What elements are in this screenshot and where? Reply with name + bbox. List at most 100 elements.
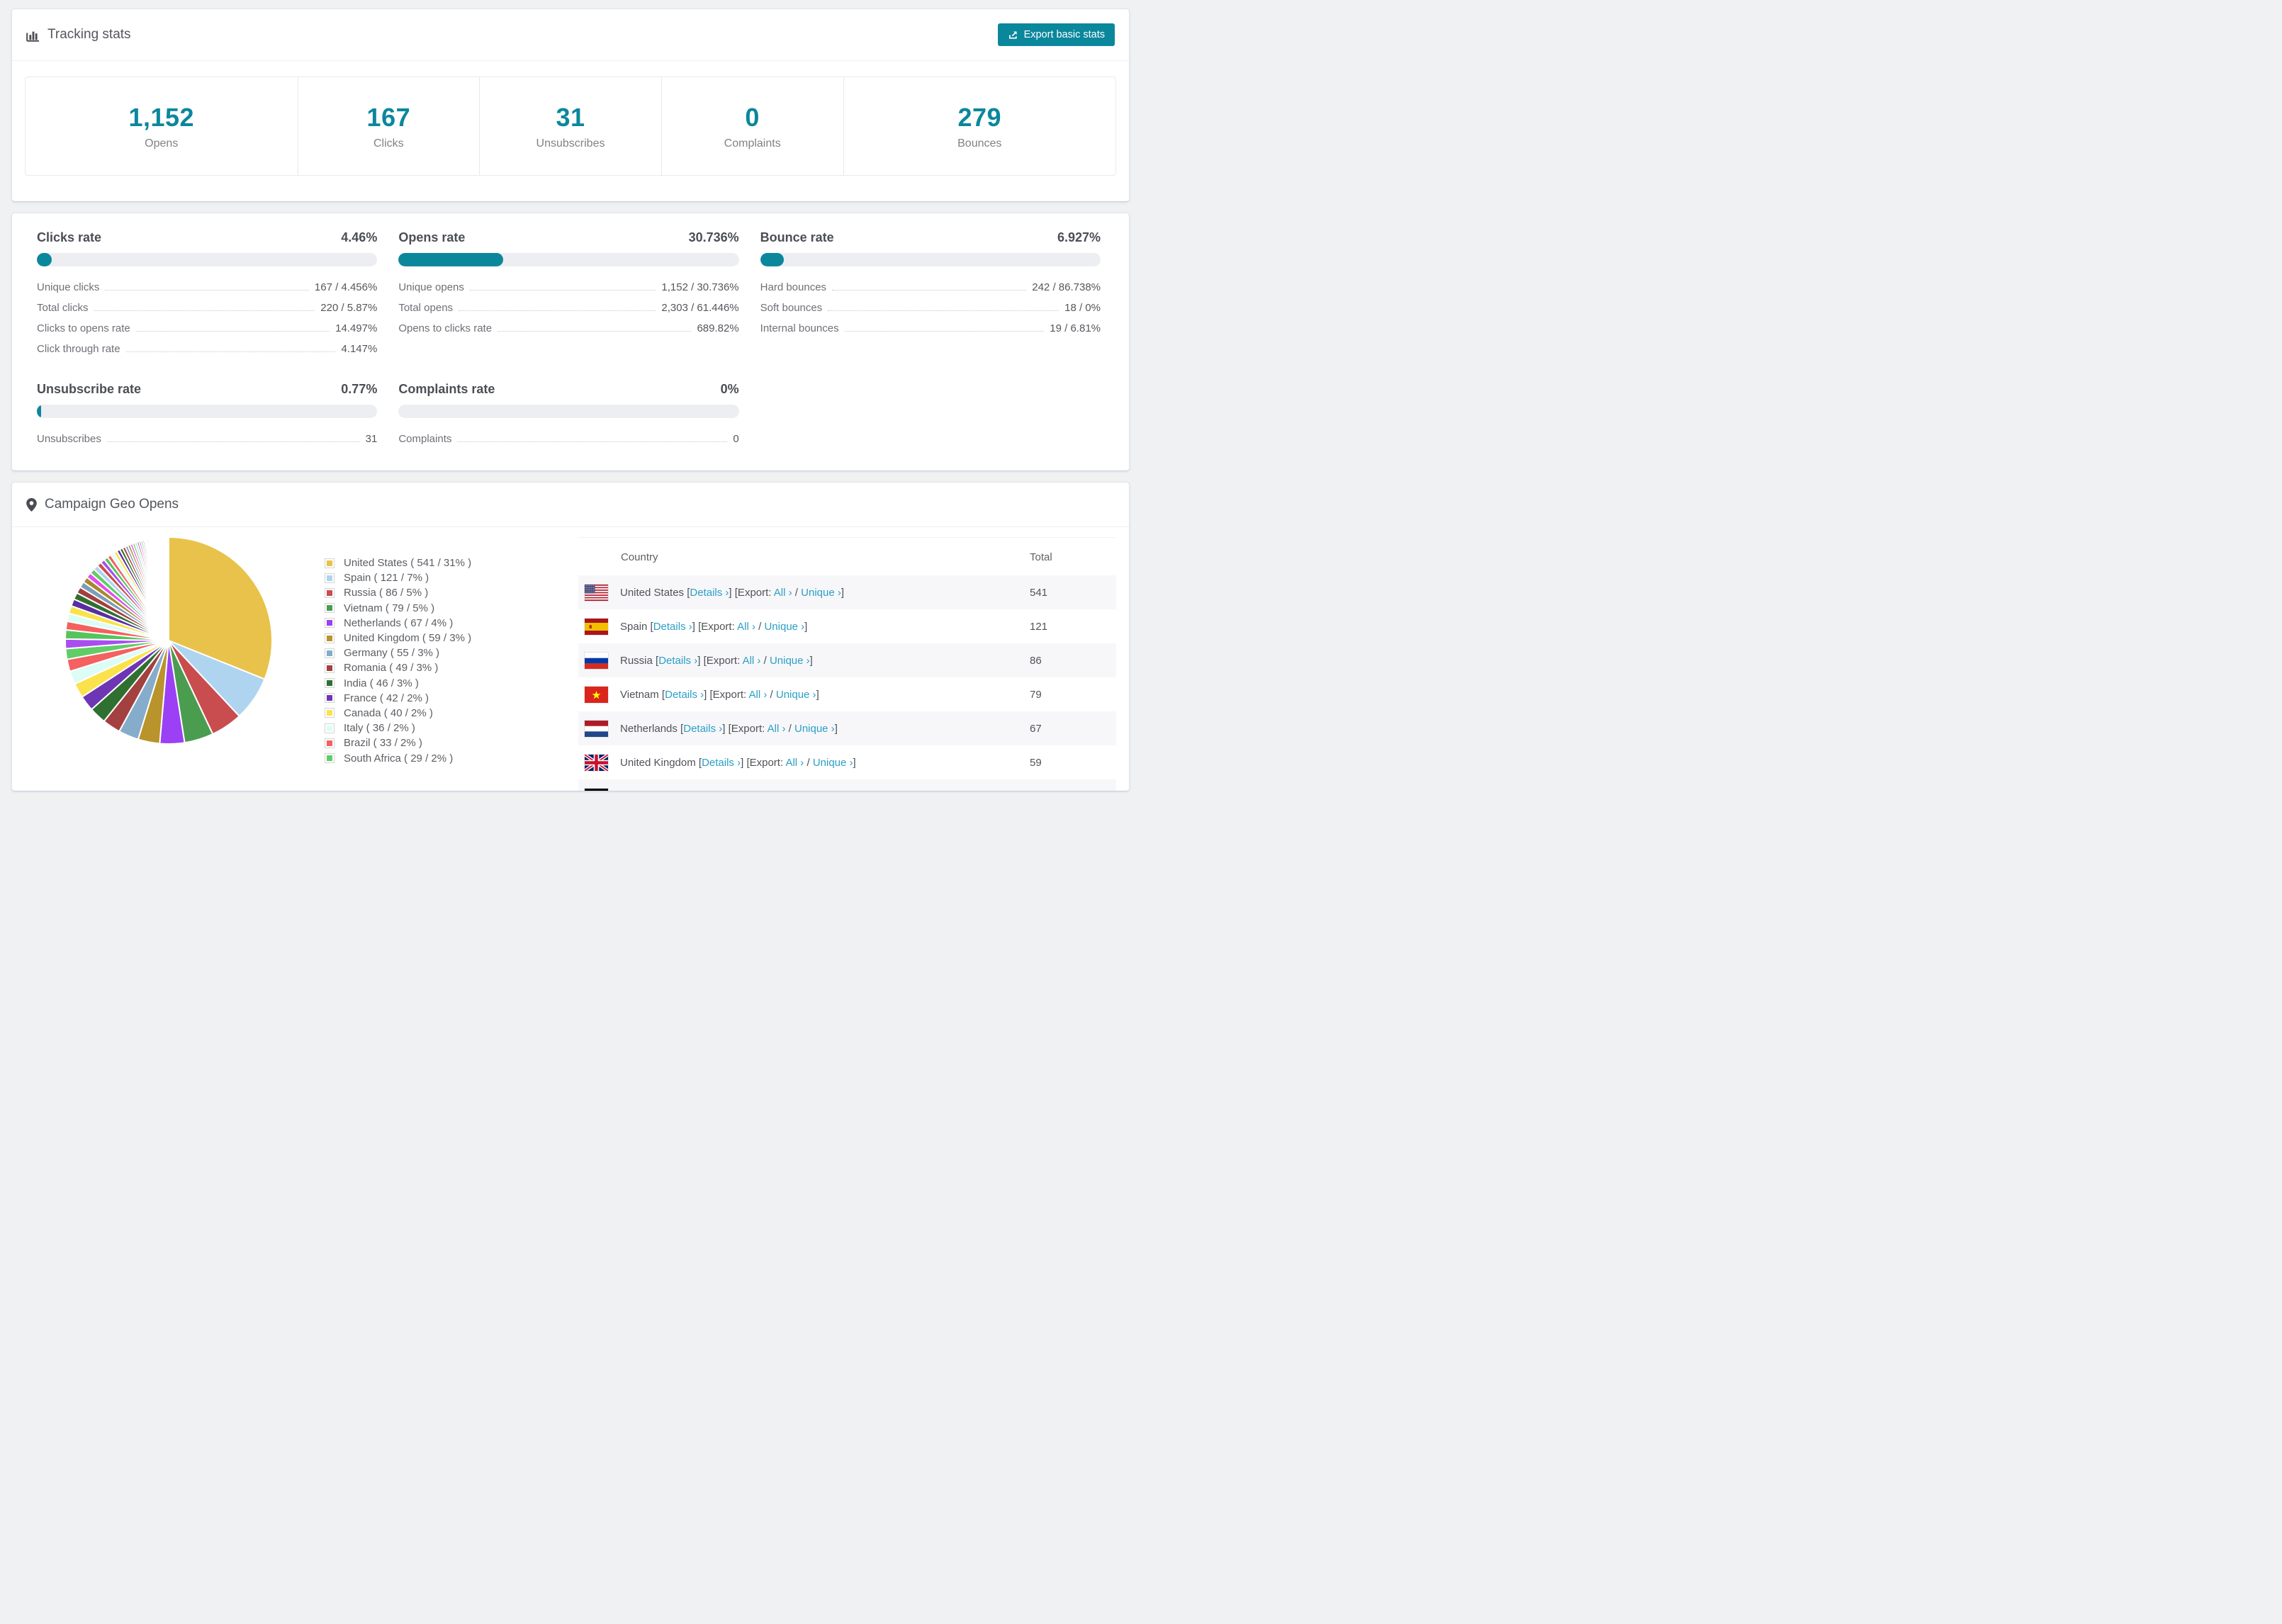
details-link[interactable]: Details › [670, 791, 709, 792]
rate-row: Opens to clicks rate 689.82% [398, 322, 739, 334]
geo-country-table: Country Total United States [Details ›] [E… [578, 537, 1116, 791]
legend-label: Vietnam ( 79 / 5% ) [344, 602, 435, 614]
country-name: Netherlands [620, 722, 678, 735]
stat-cell-clicks: 167 Clicks [297, 77, 480, 175]
progress-fill [760, 253, 784, 266]
legend-label: France ( 42 / 2% ) [344, 692, 429, 704]
details-link[interactable]: Details › [658, 655, 697, 667]
legend-item-south-africa: South Africa ( 29 / 2% ) [325, 750, 509, 765]
stat-cell-unsubscribes: 31 Unsubscribes [479, 77, 661, 175]
flag-de-icon [585, 788, 608, 791]
export-basic-stats-button[interactable]: Export basic stats [997, 23, 1115, 46]
export-prefix: [Export: [746, 756, 784, 769]
legend-swatch [325, 662, 335, 673]
tracking-stats-title-text: Tracking stats [47, 27, 131, 42]
details-link[interactable]: Details › [653, 621, 692, 633]
legend-item-romania: Romania ( 49 / 3% ) [325, 660, 509, 675]
country-name: Russia [620, 654, 653, 667]
dotted-leader [459, 310, 656, 311]
geo-table-row-germany: Germany [Details ›] [Export: All › / Uni… [578, 779, 1116, 791]
legend-label: Germany ( 55 / 3% ) [344, 647, 440, 660]
dotted-leader [94, 310, 315, 311]
details-link[interactable]: Details › [690, 587, 729, 599]
rate-title: Bounce rate [760, 230, 834, 244]
legend-swatch [325, 603, 335, 614]
legend-label: Romania ( 49 / 3% ) [344, 662, 439, 675]
geo-table-row-united-kingdom: United Kingdom [Details ›] [Export: All … [578, 745, 1116, 779]
rates-card: Clicks rate 4.46% Unique clicks 167 / 4.456… [11, 213, 1130, 471]
export-prefix: [Export: [734, 586, 772, 599]
export-all-link[interactable]: All › [743, 655, 761, 667]
campaign-overview-page: Tracking stats Export basic stats 1,152 O… [11, 9, 1130, 791]
export-unique-link[interactable]: Unique › [781, 791, 821, 792]
rate-row: Unique clicks 167 / 4.456% [37, 281, 378, 293]
export-unique-link[interactable]: Unique › [764, 621, 804, 633]
tracking-stats-header: Tracking stats Export basic stats [12, 9, 1129, 61]
rate-row: Hard bounces 242 / 86.738% [760, 281, 1101, 293]
dotted-leader [469, 290, 656, 291]
rate-panel-unsubscribe-rate: Unsubscribe rate 0.77% Unsubscribes 31 [37, 382, 378, 449]
progress-fill [398, 253, 503, 266]
export-all-link[interactable]: All › [753, 791, 772, 792]
stat-cell-bounces: 279 Bounces [843, 77, 1116, 175]
country-name: Spain [620, 620, 648, 633]
country-cell-text: United Kingdom [Details ›] [Export: All … [620, 756, 856, 769]
export-unique-link[interactable]: Unique › [770, 655, 810, 667]
column-header-total: Total [1030, 551, 1052, 563]
details-link[interactable]: Details › [683, 723, 722, 735]
legend-label: Spain ( 121 / 7% ) [344, 572, 429, 585]
flag-ru-icon [585, 652, 608, 669]
geo-table-row-russia: Russia [Details ›] [Export: All › / Uniq… [578, 643, 1116, 677]
export-all-link[interactable]: All › [785, 757, 804, 769]
stats-box: 1,152 Opens 167 Clicks 31 Unsubscribes 0 Compla… [25, 77, 1116, 176]
map-pin-icon [26, 497, 37, 512]
total-cell: 59 [1030, 756, 1042, 769]
rate-value: 30.736% [688, 230, 739, 244]
stat-value: 279 [957, 102, 1002, 132]
legend-swatch [325, 587, 335, 598]
details-link[interactable]: Details › [702, 757, 741, 769]
legend-item-brazil: Brazil ( 33 / 2% ) [325, 735, 509, 750]
stat-value: 0 [745, 102, 760, 132]
export-all-link[interactable]: All › [737, 621, 755, 633]
total-cell: 541 [1030, 586, 1048, 599]
geo-table-header: Country Total [578, 537, 1116, 575]
export-unique-link[interactable]: Unique › [794, 723, 835, 735]
geo-table-row-netherlands: Netherlands [Details ›] [Export: All › /… [578, 711, 1116, 745]
progress-track [37, 253, 378, 266]
country-cell-text: Vietnam [Details ›] [Export: All › / Uni… [620, 688, 819, 701]
export-all-link[interactable]: All › [768, 723, 786, 735]
legend-item-netherlands: Netherlands ( 67 / 4% ) [325, 616, 509, 631]
rate-row: Soft bounces 18 / 0% [760, 302, 1101, 314]
export-all-link[interactable]: All › [749, 689, 768, 701]
legend-label: Netherlands ( 67 / 4% ) [344, 616, 454, 629]
rate-row: Clicks to opens rate 14.497% [37, 322, 378, 334]
stat-label: Opens [145, 137, 179, 150]
rates-grid: Clicks rate 4.46% Unique clicks 167 / 4.456… [12, 213, 1129, 470]
progress-track [398, 253, 739, 266]
export-unique-link[interactable]: Unique › [813, 757, 853, 769]
details-link[interactable]: Details › [665, 689, 704, 701]
rate-panel-opens-rate: Opens rate 30.736% Unique opens 1,152 / 30.… [398, 230, 739, 359]
country-cell-text: Germany [Details ›] [Export: All › / Uni… [620, 791, 824, 792]
column-header-country: Country [621, 551, 658, 563]
rate-value: 4.46% [341, 230, 378, 244]
total-cell: 86 [1030, 654, 1042, 667]
export-unique-link[interactable]: Unique › [801, 587, 841, 599]
stat-label: Unsubscribes [536, 137, 605, 150]
rate-panel-bounce-rate: Bounce rate 6.927% Hard bounces 242 / 86.73… [760, 230, 1101, 359]
export-unique-link[interactable]: Unique › [776, 689, 816, 701]
rate-value: 0.77% [341, 382, 378, 396]
geo-table-row-vietnam: Vietnam [Details ›] [Export: All › / Uni… [578, 677, 1116, 711]
export-all-link[interactable]: All › [774, 587, 792, 599]
rate-panel-clicks-rate: Clicks rate 4.46% Unique clicks 167 / 4.456… [37, 230, 378, 359]
dotted-leader [135, 331, 330, 332]
legend-label: Brazil ( 33 / 2% ) [344, 737, 422, 750]
legend-item-spain: Spain ( 121 / 7% ) [325, 570, 509, 585]
stat-cell-complaints: 0 Complaints [661, 77, 843, 175]
total-cell: 55 [1030, 791, 1116, 792]
total-cell: 67 [1030, 722, 1042, 735]
stat-value: 1,152 [128, 102, 195, 132]
legend-item-united-kingdom: United Kingdom ( 59 / 3% ) [325, 631, 509, 645]
legend-item-united-states: United States ( 541 / 31% ) [325, 556, 509, 570]
